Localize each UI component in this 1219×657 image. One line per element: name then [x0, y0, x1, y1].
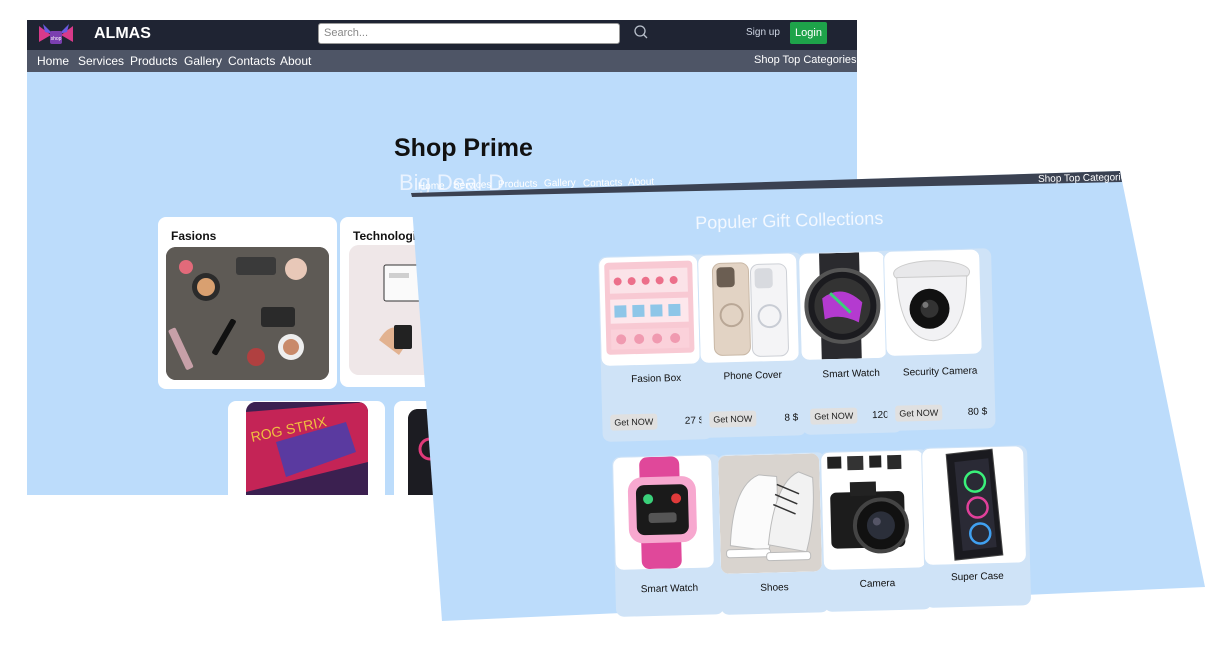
product-card-super-case[interactable]: Super Case	[921, 445, 1032, 608]
front-nav-gallery[interactable]: Gallery	[544, 178, 576, 190]
cosmetics-image	[166, 247, 329, 380]
search-input[interactable]: Search...	[318, 23, 620, 44]
front-nav-contacts[interactable]: Contacts	[583, 178, 623, 190]
kids-watch-icon	[613, 455, 714, 570]
front-nav-about[interactable]: About	[628, 177, 654, 189]
get-now-button[interactable]: Get NOW	[810, 407, 858, 425]
nav-about[interactable]: About	[280, 54, 311, 68]
product-name: Smart Watch	[640, 582, 699, 596]
header-bar: shop ALMAS Search... Sign up Login	[27, 20, 857, 50]
shop-logo-icon[interactable]: shop	[37, 22, 75, 48]
login-button[interactable]: Login	[790, 22, 827, 44]
category-card-gaming[interactable]: ROG STRIX	[228, 401, 385, 495]
nav-bar: Home Services Products Gallery Contacts …	[27, 50, 857, 72]
product-name: Shoes	[760, 582, 789, 594]
gift-box-icon	[599, 255, 700, 366]
product-price: 80 $	[967, 406, 988, 418]
search-icon[interactable]	[633, 24, 649, 40]
product-card-security-camera[interactable]: Security Camera Get NOW 80 $	[883, 248, 996, 431]
stage: shop ALMAS Search... Sign up Login Home …	[0, 0, 1219, 657]
signup-link[interactable]: Sign up	[746, 27, 780, 38]
product-card-kids-watch[interactable]: Smart Watch	[612, 454, 725, 617]
logo-text: shop	[51, 36, 62, 42]
rog-strix-image: ROG STRIX	[246, 402, 368, 495]
hero-title: Shop Prime	[394, 134, 533, 162]
product-card-fasion-box[interactable]: Fasion Box Get NOW 27 $	[598, 254, 713, 442]
product-card-camera[interactable]: Camera	[820, 449, 933, 612]
get-now-button[interactable]: Get NOW	[610, 413, 658, 431]
brand-name: ALMAS	[94, 25, 151, 42]
category-card-fasions[interactable]: Fasions	[158, 217, 337, 389]
shop-top-categories-link[interactable]: Shop Top Categories	[754, 54, 857, 66]
product-name: Super Case	[950, 570, 1004, 584]
product-price: 8 $	[784, 412, 799, 424]
front-nav-home[interactable]: Home	[418, 181, 445, 193]
nav-gallery[interactable]: Gallery	[184, 54, 222, 68]
get-now-button[interactable]: Get NOW	[895, 404, 943, 422]
product-name: Phone Cover	[723, 369, 783, 383]
nav-home[interactable]: Home	[37, 54, 69, 68]
pc-case-icon	[922, 446, 1027, 565]
front-nav-services[interactable]: Services	[453, 180, 492, 192]
nav-services[interactable]: Services	[78, 54, 124, 68]
front-top-categories-link[interactable]: Shop Top Categories	[1038, 172, 1131, 185]
product-name: Camera	[859, 578, 896, 591]
product-name: Security Camera	[902, 365, 978, 379]
nav-contacts[interactable]: Contacts	[228, 54, 275, 68]
shoes-icon	[718, 453, 823, 574]
nav-products[interactable]: Products	[130, 54, 177, 68]
camera-dome-icon	[884, 249, 982, 356]
product-card-shoes[interactable]: Shoes	[717, 452, 830, 615]
smart-watch-icon	[799, 251, 887, 360]
product-name: Fasion Box	[631, 372, 682, 386]
category-title: Fasions	[171, 229, 217, 243]
product-card-phone-cover[interactable]: Phone Cover Get NOW 8 $	[697, 252, 807, 438]
get-now-button[interactable]: Get NOW	[709, 410, 757, 428]
dslr-camera-icon	[821, 450, 927, 570]
front-nav-products[interactable]: Products	[498, 179, 538, 191]
phone-cover-icon	[698, 253, 799, 363]
